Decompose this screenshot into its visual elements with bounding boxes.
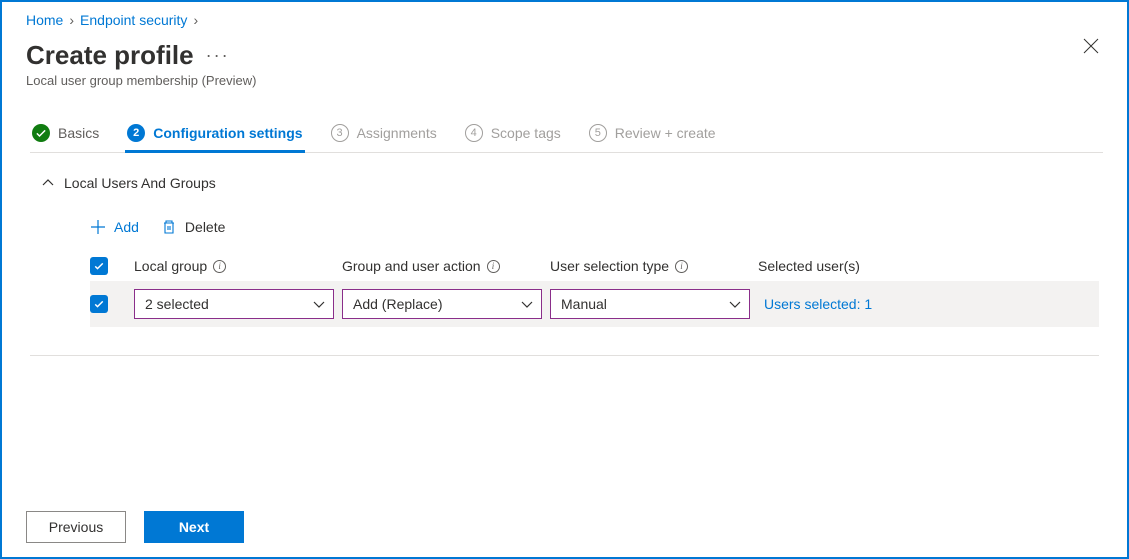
chevron-up-icon (42, 177, 54, 189)
tab-basics[interactable]: Basics (30, 118, 101, 152)
column-local-group: Local group i (134, 258, 334, 274)
tab-configuration-settings[interactable]: 2 Configuration settings (125, 118, 304, 152)
delete-label: Delete (185, 219, 225, 235)
chevron-down-icon (313, 298, 325, 310)
table-row: 2 selected Add (Replace) Manual Users se… (90, 281, 1099, 327)
close-button[interactable] (1083, 38, 1099, 57)
tab-label: Configuration settings (153, 125, 302, 141)
close-icon (1083, 38, 1099, 54)
step-number-icon: 3 (331, 124, 349, 142)
tab-assignments[interactable]: 3 Assignments (329, 118, 439, 152)
more-actions-button[interactable]: ··· (206, 45, 230, 66)
row-checkbox[interactable] (90, 295, 108, 313)
chevron-down-icon (521, 298, 533, 310)
step-number-icon: 2 (127, 124, 145, 142)
group-action-select[interactable]: Add (Replace) (342, 289, 542, 319)
column-label: Group and user action (342, 258, 481, 274)
tab-label: Assignments (357, 125, 437, 141)
tab-scope-tags[interactable]: 4 Scope tags (463, 118, 563, 152)
delete-button[interactable]: Delete (161, 219, 225, 235)
page-title: Create profile (26, 40, 194, 71)
local-group-select[interactable]: 2 selected (134, 289, 334, 319)
selection-type-select[interactable]: Manual (550, 289, 750, 319)
users-selected-link[interactable]: Users selected: 1 (758, 296, 958, 312)
select-all-checkbox[interactable] (90, 257, 108, 275)
column-group-action: Group and user action i (342, 258, 542, 274)
add-label: Add (114, 219, 139, 235)
chevron-right-icon: › (193, 12, 198, 28)
step-number-icon: 5 (589, 124, 607, 142)
tab-label: Review + create (615, 125, 716, 141)
plus-icon (90, 219, 106, 235)
column-selection-type: User selection type i (550, 258, 750, 274)
column-selected-users: Selected user(s) (758, 258, 958, 274)
tab-review-create[interactable]: 5 Review + create (587, 118, 718, 152)
chevron-right-icon: › (69, 12, 74, 28)
tab-label: Scope tags (491, 125, 561, 141)
table-header: Local group i Group and user action i Us… (90, 251, 1099, 281)
section-title: Local Users And Groups (64, 175, 216, 191)
breadcrumb-home[interactable]: Home (26, 12, 63, 28)
select-value: Manual (561, 296, 607, 312)
step-number-icon: 4 (465, 124, 483, 142)
divider (30, 355, 1099, 356)
info-icon[interactable]: i (213, 260, 226, 273)
page-subtitle: Local user group membership (Preview) (26, 73, 1103, 88)
info-icon[interactable]: i (675, 260, 688, 273)
next-button[interactable]: Next (144, 511, 244, 543)
select-value: Add (Replace) (353, 296, 443, 312)
section-toggle-local-users[interactable]: Local Users And Groups (42, 171, 1099, 195)
breadcrumb: Home › Endpoint security › (26, 12, 1103, 28)
chevron-down-icon (729, 298, 741, 310)
checkmark-icon (93, 260, 105, 272)
previous-button[interactable]: Previous (26, 511, 126, 543)
wizard-tabs: Basics 2 Configuration settings 3 Assign… (30, 118, 1103, 153)
tab-label: Basics (58, 125, 99, 141)
trash-icon (161, 219, 177, 235)
column-label: User selection type (550, 258, 669, 274)
info-icon[interactable]: i (487, 260, 500, 273)
column-label: Local group (134, 258, 207, 274)
add-button[interactable]: Add (90, 219, 139, 235)
breadcrumb-endpoint-security[interactable]: Endpoint security (80, 12, 187, 28)
checkmark-icon (32, 124, 50, 142)
select-value: 2 selected (145, 296, 209, 312)
checkmark-icon (93, 298, 105, 310)
column-label: Selected user(s) (758, 258, 860, 274)
